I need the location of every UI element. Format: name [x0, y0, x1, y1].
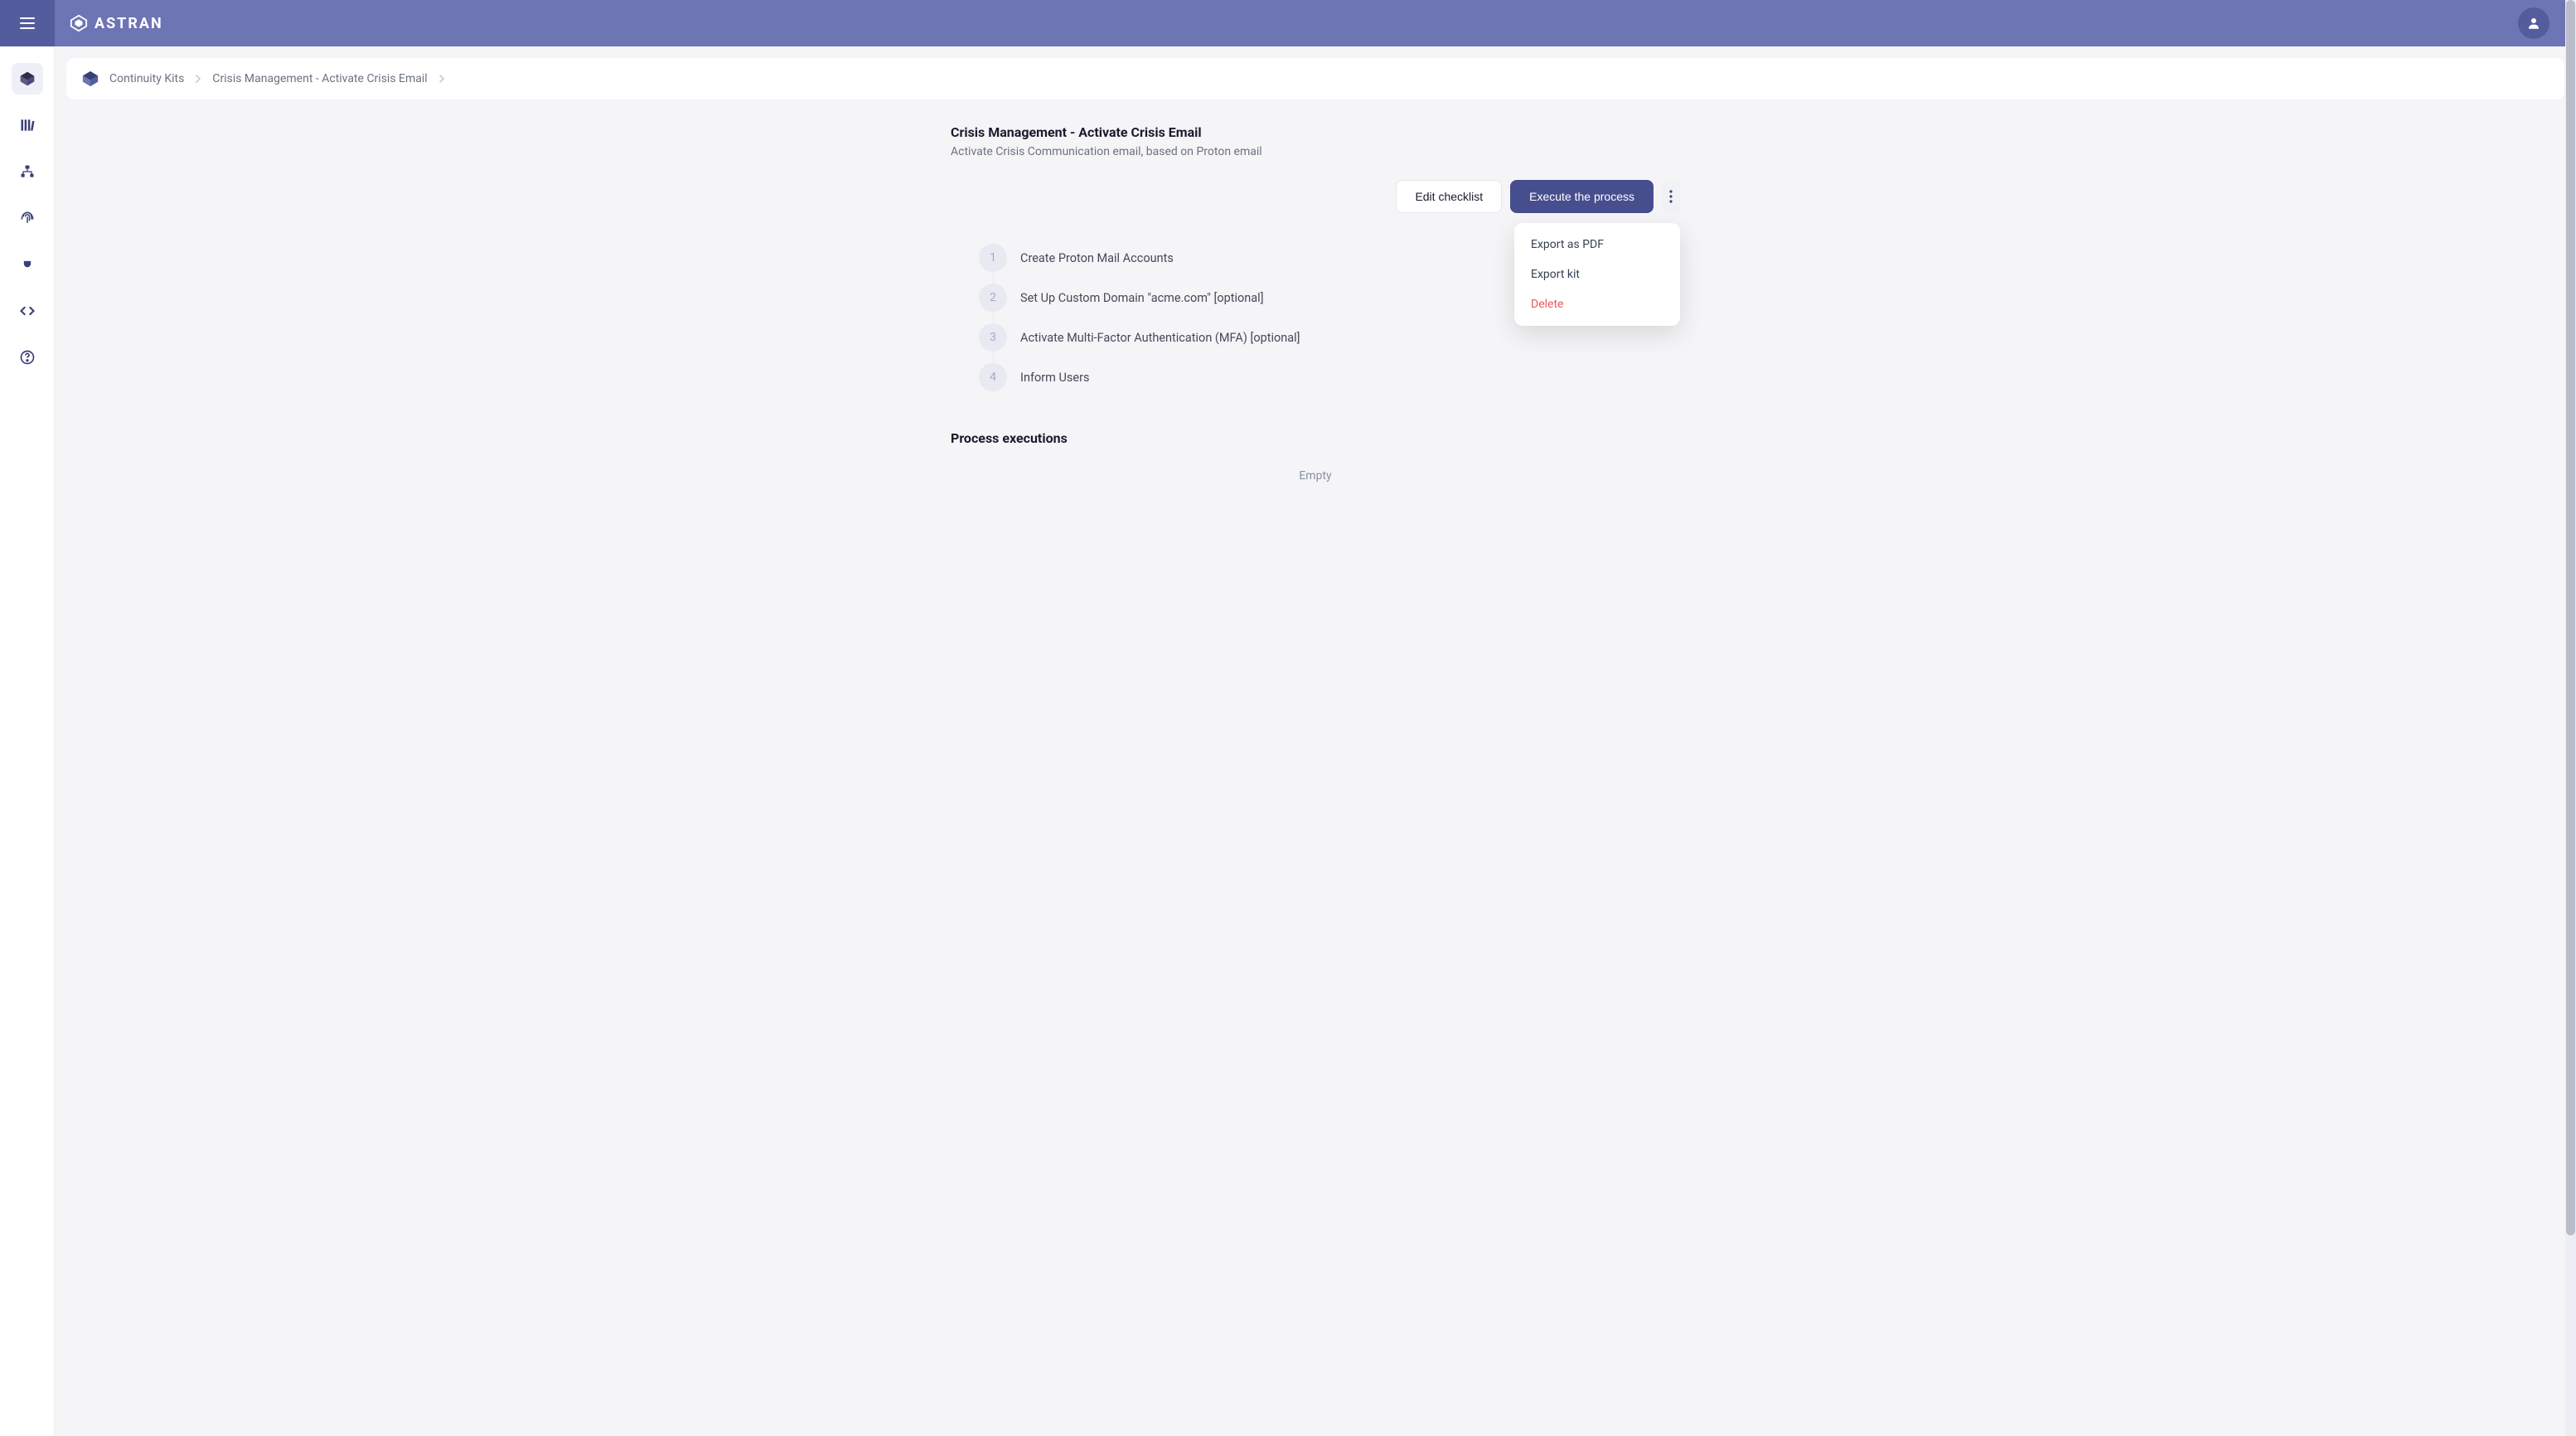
library-icon [19, 117, 36, 133]
crumb-1[interactable]: Crisis Management - Activate Crisis Emai… [212, 72, 427, 85]
more-actions-button[interactable] [1662, 180, 1680, 213]
hamburger-icon [20, 17, 35, 29]
breadcrumb-cube-icon [81, 70, 99, 88]
executions-empty: Empty [951, 459, 1680, 492]
step-label: Activate Multi-Factor Authentication (MF… [1020, 331, 1300, 345]
scrollbar-thumb[interactable] [2566, 0, 2575, 1235]
page-title: Crisis Management - Activate Crisis Emai… [951, 124, 1680, 140]
user-avatar[interactable] [2518, 7, 2549, 39]
chevron-right-icon [194, 75, 202, 83]
dots-vertical-icon [1669, 190, 1673, 203]
dropdown-export-kit[interactable]: Export kit [1514, 260, 1680, 289]
execute-process-button[interactable]: Execute the process [1510, 180, 1654, 213]
page-description: Activate Crisis Communication email, bas… [951, 145, 1680, 158]
step-number: 2 [979, 284, 1007, 312]
step-item[interactable]: 4 Inform Users [979, 357, 1680, 397]
chevron-right-icon [438, 75, 446, 83]
menu-toggle[interactable] [0, 0, 55, 46]
plug-icon [19, 256, 36, 273]
sidebar-item-cube[interactable] [12, 63, 43, 95]
cube-icon [19, 70, 36, 87]
main-content: Continuity Kits Crisis Management - Acti… [55, 46, 2576, 1436]
sidebar-item-library[interactable] [12, 109, 43, 141]
sidebar [0, 46, 55, 1436]
sidebar-item-org[interactable] [12, 156, 43, 187]
brand-logo-icon [70, 14, 88, 32]
brand: ASTRAN [70, 14, 163, 32]
help-icon [19, 349, 36, 366]
brand-name: ASTRAN [94, 15, 163, 32]
sidebar-item-plug[interactable] [12, 249, 43, 280]
code-icon [19, 303, 36, 319]
scrollbar[interactable] [2565, 0, 2576, 1436]
step-number: 1 [979, 244, 1007, 272]
crumb-0[interactable]: Continuity Kits [109, 72, 184, 85]
org-icon [19, 163, 36, 180]
breadcrumb: Continuity Kits Crisis Management - Acti… [66, 58, 2564, 99]
person-icon [2526, 16, 2541, 31]
step-label: Inform Users [1020, 371, 1089, 385]
executions-title: Process executions [951, 430, 1680, 446]
actions-row: Edit checklist Execute the process Expor… [951, 180, 1680, 213]
edit-checklist-button[interactable]: Edit checklist [1396, 180, 1502, 213]
dropdown-export-pdf[interactable]: Export as PDF [1514, 230, 1680, 260]
step-number: 3 [979, 323, 1007, 352]
sidebar-item-help[interactable] [12, 342, 43, 373]
app-header: ASTRAN [0, 0, 2576, 46]
fingerprint-icon [19, 210, 36, 226]
step-label: Create Proton Mail Accounts [1020, 251, 1174, 265]
dropdown-delete[interactable]: Delete [1514, 289, 1680, 319]
more-actions-dropdown: Export as PDF Export kit Delete [1514, 223, 1680, 326]
sidebar-item-code[interactable] [12, 295, 43, 327]
sidebar-item-fingerprint[interactable] [12, 202, 43, 234]
step-label: Set Up Custom Domain "acme.com" [optiona… [1020, 291, 1264, 305]
step-number: 4 [979, 363, 1007, 391]
